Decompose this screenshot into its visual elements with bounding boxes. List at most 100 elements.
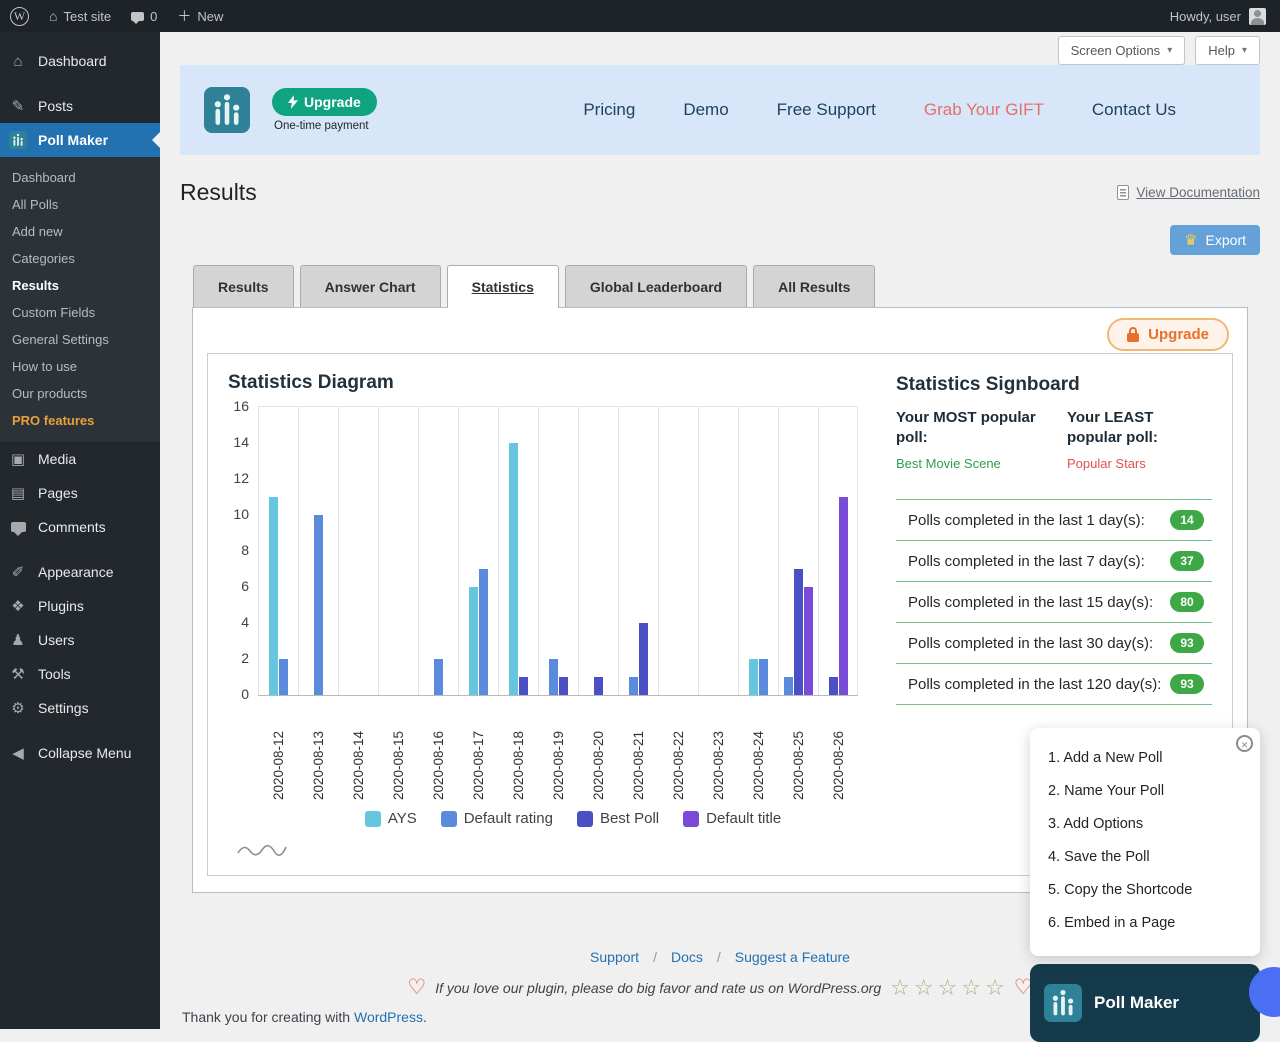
x-tick: 2020-08-15 [378, 696, 418, 800]
submenu-item-add-new[interactable]: Add new [0, 218, 160, 245]
results-tabs: ResultsAnswer ChartStatisticsGlobal Lead… [180, 265, 1260, 307]
upgrade-button[interactable]: Upgrade [272, 88, 377, 116]
pollmaker-brand-bar[interactable]: Poll Maker [1030, 964, 1260, 1042]
rating-star[interactable]: ☆ [985, 977, 1005, 999]
sidebar-item-plugins[interactable]: ❖Plugins [0, 589, 160, 623]
site-name-link[interactable]: ⌂ Test site [39, 0, 121, 32]
footer-link-suggest-a-feature[interactable]: Suggest a Feature [735, 949, 850, 965]
y-tick-label: 14 [233, 434, 249, 450]
screen-options-button[interactable]: Screen Options ▾ [1058, 36, 1186, 65]
x-tick-label: 2020-08-17 [471, 704, 486, 800]
tab-answer-chart[interactable]: Answer Chart [300, 265, 441, 307]
submenu-item-how-to-use[interactable]: How to use [0, 353, 160, 380]
tab-results[interactable]: Results [193, 265, 294, 307]
sidebar-item-collapse-menu[interactable]: ◀Collapse Menu [0, 736, 160, 770]
chart-column [698, 407, 738, 695]
wordpress-link[interactable]: WordPress [354, 1009, 423, 1025]
widget-steps: 1. Add a New Poll2. Name Your Poll3. Add… [1048, 742, 1246, 940]
sidebar-item-poll-maker[interactable]: Poll Maker [0, 123, 160, 157]
widget-step: 1. Add a New Poll [1048, 742, 1246, 775]
legend-item-default-title: Default title [683, 810, 781, 827]
tab-global-leaderboard[interactable]: Global Leaderboard [565, 265, 747, 307]
x-tick: 2020-08-17 [458, 696, 498, 800]
submenu-item-pro-features[interactable]: PRO features [0, 407, 160, 434]
bar-best-poll [519, 677, 528, 695]
banner-link-free-support[interactable]: Free Support [777, 100, 876, 120]
media-icon: ▣ [8, 450, 28, 468]
submenu-item-categories[interactable]: Categories [0, 245, 160, 272]
footer-separator: / [717, 949, 721, 965]
new-content-menu[interactable]: ＋ New [167, 0, 233, 32]
bar-best-poll [594, 677, 603, 695]
sidebar-item-appearance[interactable]: ✐Appearance [0, 555, 160, 589]
chart-column [418, 407, 458, 695]
footer-link-docs[interactable]: Docs [671, 949, 703, 965]
lock-icon [1127, 333, 1139, 342]
comments-shortcut[interactable]: 0 [121, 0, 167, 32]
tab-all-results[interactable]: All Results [753, 265, 875, 307]
wordpress-menu[interactable]: W [0, 0, 39, 32]
account-menu[interactable]: Howdy, user [1170, 8, 1280, 25]
rating-star[interactable]: ☆ [890, 977, 910, 999]
upgrade-pill-button[interactable]: Upgrade [1107, 318, 1229, 351]
view-documentation-link[interactable]: View Documentation [1117, 185, 1260, 200]
y-tick-label: 2 [241, 650, 249, 666]
bar-chart: 0246810121416 2020-08-122020-08-132020-0… [228, 406, 888, 830]
x-tick-label: 2020-08-22 [671, 704, 686, 800]
most-popular-block: Your MOST popular poll: Best Movie Scene [896, 408, 1041, 471]
sidebar-item-settings[interactable]: ⚙ Settings [0, 691, 160, 725]
rating-star[interactable]: ☆ [914, 977, 934, 999]
chart-column [378, 407, 418, 695]
onboarding-widget: ✕ 1. Add a New Poll2. Name Your Poll3. A… [1030, 728, 1260, 956]
appearance-icon: ✐ [8, 563, 28, 581]
close-icon[interactable]: ✕ [1236, 735, 1253, 752]
upgrade-block: Upgrade One-time payment [272, 88, 377, 132]
bar-default-rating [629, 677, 638, 695]
settings-icon: ⚙ [8, 699, 28, 717]
sidebar-item-media[interactable]: ▣ Media [0, 442, 160, 476]
submenu-item-all-polls[interactable]: All Polls [0, 191, 160, 218]
bar-default-title [839, 497, 848, 695]
sidebar-item-label: Tools [38, 666, 71, 682]
sidebar-item-users[interactable]: ♟Users [0, 623, 160, 657]
rating-star[interactable]: ☆ [938, 977, 958, 999]
sidebar-item-label: Poll Maker [38, 132, 108, 148]
sidebar-item-comments[interactable]: Comments [0, 510, 160, 544]
banner-link-demo[interactable]: Demo [683, 100, 728, 120]
submenu-item-our-products[interactable]: Our products [0, 380, 160, 407]
banner-link-contact-us[interactable]: Contact Us [1092, 100, 1176, 120]
x-tick: 2020-08-16 [418, 696, 458, 800]
sidebar-item-label: Settings [38, 700, 89, 716]
menu-separator [0, 78, 160, 89]
wordpress-logo-icon: W [10, 7, 29, 26]
sidebar-item-pages[interactable]: ▤Pages [0, 476, 160, 510]
menu-separator [0, 544, 160, 555]
submenu-item-general-settings[interactable]: General Settings [0, 326, 160, 353]
x-tick: 2020-08-25 [778, 696, 818, 800]
banner-link-pricing[interactable]: Pricing [583, 100, 635, 120]
sidebar-item-label: Media [38, 451, 76, 467]
chevron-down-icon: ▾ [1242, 45, 1247, 56]
help-button[interactable]: Help ▾ [1195, 36, 1260, 65]
submenu-item-results[interactable]: Results [0, 272, 160, 299]
submenu-item-custom-fields[interactable]: Custom Fields [0, 299, 160, 326]
least-popular-block: Your LEAST popular poll: Popular Stars [1067, 408, 1212, 471]
x-tick-label: 2020-08-14 [351, 704, 366, 800]
thanks-text: Thank you for creating with [182, 1009, 354, 1025]
sidebar-item-label: Comments [38, 519, 106, 535]
y-tick-label: 6 [241, 578, 249, 594]
export-button[interactable]: ♛ Export [1170, 225, 1260, 255]
comment-bubble-shape [11, 522, 26, 532]
sidebar-item-dashboard[interactable]: ⌂Dashboard [0, 44, 160, 78]
submenu-item-dashboard[interactable]: Dashboard [0, 164, 160, 191]
sidebar-item-tools[interactable]: ⚒Tools [0, 657, 160, 691]
footer-link-support[interactable]: Support [590, 949, 639, 965]
screen-options-label: Screen Options [1071, 43, 1161, 58]
x-tick-label: 2020-08-13 [311, 704, 326, 800]
sidebar-item-posts[interactable]: ✎Posts [0, 89, 160, 123]
tab-statistics[interactable]: Statistics [447, 265, 559, 308]
chart-title: Statistics Diagram [228, 372, 888, 394]
rating-star[interactable]: ☆ [961, 977, 981, 999]
least-popular-value: Popular Stars [1067, 456, 1212, 471]
banner-link-grab-your-gift[interactable]: Grab Your GIFT [924, 100, 1044, 120]
